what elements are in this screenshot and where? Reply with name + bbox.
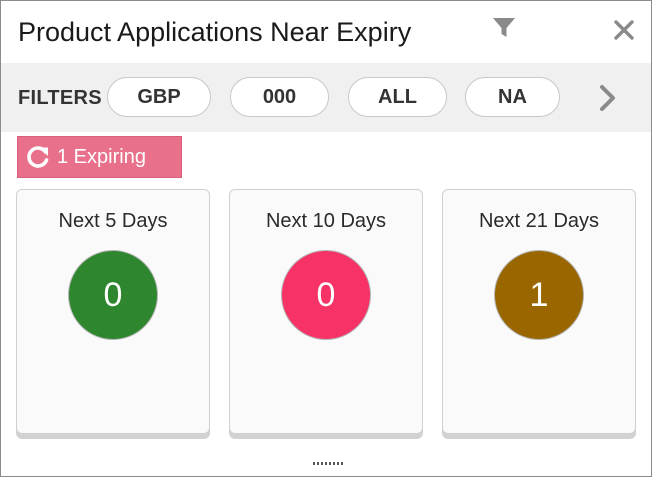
filter-bar: FILTERS GBP 000 ALL NA xyxy=(1,63,651,132)
card-label: Next 5 Days xyxy=(58,210,168,232)
card-next-21-days[interactable]: Next 21 Days 1 xyxy=(442,189,636,434)
close-icon[interactable] xyxy=(611,17,637,43)
filters-label: FILTERS xyxy=(18,87,102,109)
filter-icon[interactable] xyxy=(491,15,517,41)
refresh-icon xyxy=(27,146,49,168)
card-label: Next 10 Days xyxy=(265,210,387,232)
count-circle: 1 xyxy=(494,250,584,340)
filter-chip-region[interactable]: NA xyxy=(465,77,560,117)
count-circle: 0 xyxy=(281,250,371,340)
expiring-count-label: 1 Expiring xyxy=(57,145,146,168)
card-label: Next 21 Days xyxy=(478,210,600,232)
widget-title: Product Applications Near Expiry xyxy=(18,17,412,47)
chevron-right-icon[interactable] xyxy=(595,83,621,113)
card-next-10-days[interactable]: Next 10 Days 0 xyxy=(229,189,423,434)
card-next-5-days[interactable]: Next 5 Days 0 xyxy=(16,189,210,434)
filter-chip-code[interactable]: 000 xyxy=(230,77,329,117)
product-applications-widget: Product Applications Near Expiry FILTERS… xyxy=(0,0,652,477)
filter-chip-currency[interactable]: GBP xyxy=(107,77,211,117)
resize-handle-icon[interactable] xyxy=(312,460,344,466)
filter-chip-scope[interactable]: ALL xyxy=(348,77,447,117)
count-circle: 0 xyxy=(68,250,158,340)
expiring-badge[interactable]: 1 Expiring xyxy=(17,136,182,178)
widget-header: Product Applications Near Expiry xyxy=(1,1,651,63)
